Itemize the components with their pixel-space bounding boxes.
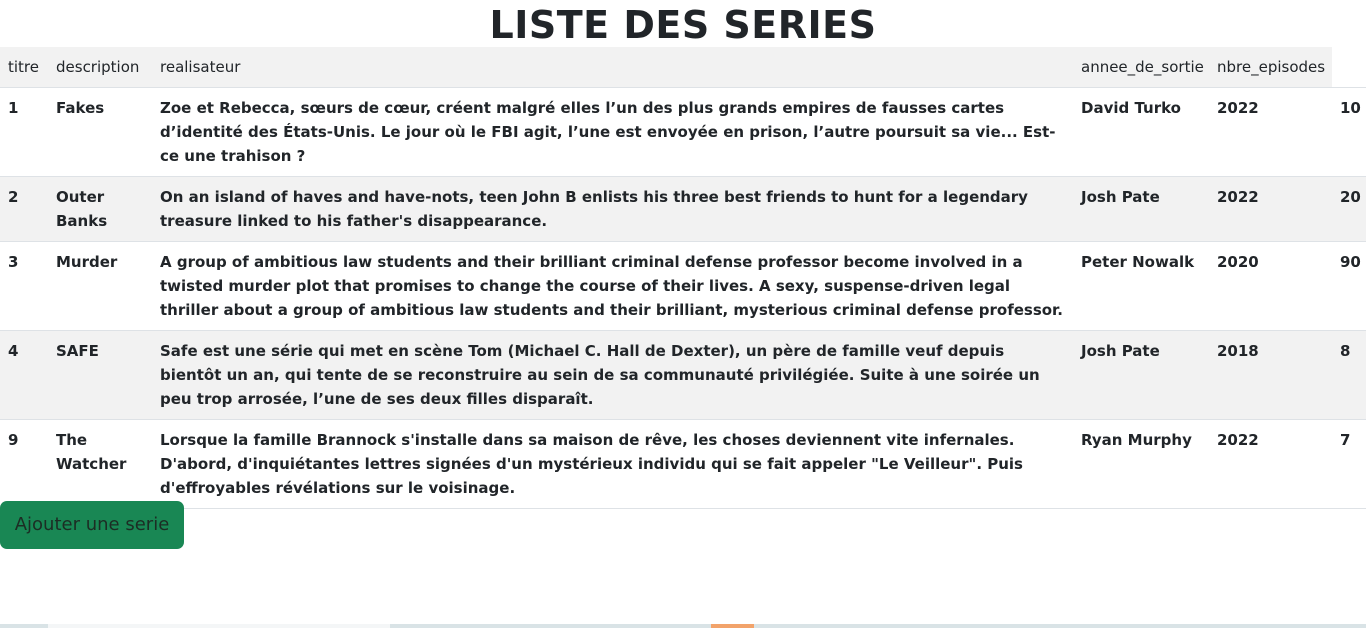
cell-annee: 2020: [1209, 241, 1332, 331]
page-title: LISTE DES SERIES: [489, 3, 877, 47]
cell-episodes: 90: [1332, 241, 1366, 331]
column-header-titre: titre: [0, 47, 48, 88]
cell-episodes: 10: [1332, 87, 1366, 177]
column-header-description: description: [48, 47, 152, 88]
table-header: titre description realisateur annee_de_s…: [0, 47, 1366, 88]
cell-titre: SAFE: [48, 330, 152, 420]
cell-description: Zoe et Rebecca, sœurs de cœur, créent ma…: [152, 87, 1073, 177]
table-header-row: titre description realisateur annee_de_s…: [0, 47, 1366, 88]
cell-realisateur: Ryan Murphy: [1073, 419, 1209, 509]
table-body: 1 Fakes Zoe et Rebecca, sœurs de cœur, c…: [0, 87, 1366, 509]
bottom-scrollbar-strip: [0, 624, 1366, 628]
cell-id: 2: [0, 176, 48, 242]
cell-realisateur: Josh Pate: [1073, 330, 1209, 420]
cell-episodes: 20: [1332, 176, 1366, 242]
cell-annee: 2022: [1209, 176, 1332, 242]
cell-realisateur: Josh Pate: [1073, 176, 1209, 242]
table-row: 1 Fakes Zoe et Rebecca, sœurs de cœur, c…: [0, 87, 1366, 177]
cell-description: Safe est une série qui met en scène Tom …: [152, 330, 1073, 420]
cell-id: 1: [0, 87, 48, 177]
bottom-strip-segment: [48, 624, 390, 628]
cell-episodes: 7: [1332, 419, 1366, 509]
bottom-strip-highlight: [711, 624, 754, 628]
series-table-container: titre description realisateur annee_de_s…: [0, 47, 1366, 509]
cell-titre: Fakes: [48, 87, 152, 177]
cell-episodes: 8: [1332, 330, 1366, 420]
series-table: titre description realisateur annee_de_s…: [0, 47, 1366, 509]
cell-titre: The Watcher: [48, 419, 152, 509]
cell-id: 9: [0, 419, 48, 509]
cell-titre: Outer Banks: [48, 176, 152, 242]
cell-description: On an island of haves and have-nots, tee…: [152, 176, 1073, 242]
cell-id: 4: [0, 330, 48, 420]
table-row: 4 SAFE Safe est une série qui met en scè…: [0, 330, 1366, 420]
table-row: 3 Murder A group of ambitious law studen…: [0, 241, 1366, 331]
cell-realisateur: Peter Nowalk: [1073, 241, 1209, 331]
column-header-empty: [1332, 47, 1366, 88]
column-header-annee-de-sortie: annee_de_sortie: [1073, 47, 1209, 88]
cell-description: A group of ambitious law students and th…: [152, 241, 1073, 331]
column-header-nbre-episodes: nbre_episodes: [1209, 47, 1332, 88]
table-row: 2 Outer Banks On an island of haves and …: [0, 176, 1366, 242]
cell-realisateur: David Turko: [1073, 87, 1209, 177]
add-series-button[interactable]: Ajouter une serie: [0, 501, 184, 549]
cell-id: 3: [0, 241, 48, 331]
cell-annee: 2022: [1209, 87, 1332, 177]
cell-description: Lorsque la famille Brannock s'installe d…: [152, 419, 1073, 509]
table-row: 9 The Watcher Lorsque la famille Brannoc…: [0, 419, 1366, 509]
cell-annee: 2018: [1209, 330, 1332, 420]
cell-titre: Murder: [48, 241, 152, 331]
cell-annee: 2022: [1209, 419, 1332, 509]
column-header-realisateur: realisateur: [152, 47, 1073, 88]
